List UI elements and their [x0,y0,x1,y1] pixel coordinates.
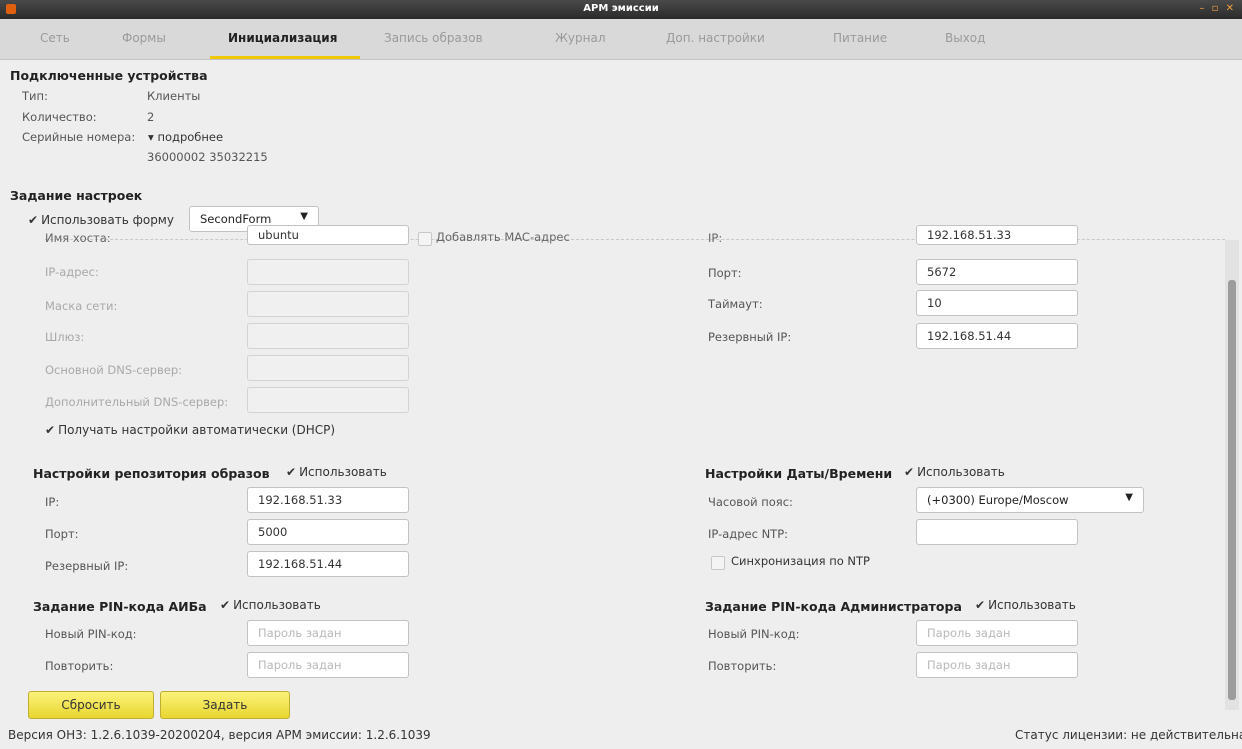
tab-network[interactable]: Сеть [40,31,70,45]
datetime-title: Настройки Даты/Времени [705,466,893,481]
device-type-label: Тип: [22,89,48,103]
tab-extra-settings[interactable]: Доп. настройки [666,31,765,45]
serials-value: 36000002 35032215 [147,150,268,164]
version-status: Версия ОН3: 1.2.6.1039-20200204, версия … [8,728,431,742]
apply-button[interactable]: Задать [160,691,290,719]
pin-aib-repeat-input[interactable] [247,652,409,678]
ntp-sync-label: Синхронизация по NTP [731,554,870,568]
dns2-input[interactable] [247,387,409,413]
ip-address-label: IP-адрес: [45,265,99,279]
hostname-label: Имя хоста: [45,231,111,245]
dns1-label: Основной DNS-сервер: [45,363,183,377]
serials-label: Серийные номера: [22,130,136,144]
pin-admin-title: Задание PIN-кода Администратора [705,599,962,614]
repo-port-label: Порт: [45,527,79,541]
dhcp-label: Получать настройки автоматически (DHCP) [58,423,336,437]
server-timeout-label: Таймаут: [708,297,763,311]
datetime-use-checkbox[interactable]: ✔ Использовать [904,465,1005,479]
pin-admin-repeat-label: Повторить: [708,659,777,673]
ip-address-input[interactable] [247,259,409,285]
device-type-value: Клиенты [147,89,201,103]
pin-admin-new-label: Новый PIN-код: [708,627,800,641]
check-icon: ✔ [220,598,231,612]
dns1-input[interactable] [247,355,409,381]
add-mac-checkbox[interactable] [418,232,432,246]
pin-aib-use-checkbox[interactable]: ✔ Использовать [220,598,321,612]
server-ip-label: IP: [708,231,723,245]
license-status: Статус лицензии: не действительна [1015,728,1242,742]
gateway-label: Шлюз: [45,330,85,344]
ntp-sync-checkbox[interactable] [711,556,725,570]
window-title: АРМ эмиссии [583,3,659,14]
serials-details-label: подробнее [157,130,224,144]
gateway-input[interactable] [247,323,409,349]
server-backup-ip-label: Резервный IP: [708,330,792,344]
repo-use-label: Использовать [299,465,387,479]
tab-initialization[interactable]: Инициализация [228,31,337,45]
repo-ip-label: IP: [45,495,60,509]
hostname-input[interactable]: ubuntu [247,225,409,245]
check-icon: ✔ [904,465,915,479]
pin-aib-repeat-label: Повторить: [45,659,114,673]
pin-admin-new-input[interactable] [916,620,1078,646]
use-form-checkbox[interactable]: ✔ Использовать форму [28,213,174,227]
tab-power[interactable]: Питание [833,31,887,45]
pin-admin-repeat-input[interactable] [916,652,1078,678]
tab-forms[interactable]: Формы [122,31,166,45]
reset-button[interactable]: Сбросить [28,691,154,719]
settings-title: Задание настроек [10,188,143,203]
window-controls[interactable]: – ▫ ✕ [1199,3,1236,14]
tab-journal[interactable]: Журнал [555,31,606,45]
pin-admin-use-checkbox[interactable]: ✔ Использовать [975,598,1076,612]
tab-exit[interactable]: Выход [945,31,985,45]
netmask-label: Маска сети: [45,299,118,313]
devices-title: Подключенные устройства [10,68,208,83]
vertical-scrollbar[interactable] [1225,240,1239,710]
check-icon: ✔ [975,598,986,612]
ntp-ip-input[interactable] [916,519,1078,545]
pin-aib-use-label: Использовать [233,598,321,612]
datetime-use-label: Использовать [917,465,1005,479]
timezone-select[interactable]: (+0300) Europe/Moscow ▼ [916,487,1144,513]
server-timeout-input[interactable]: 10 [916,290,1078,316]
timezone-label: Часовой пояс: [708,495,793,509]
device-count-value: 2 [147,110,155,124]
dns2-label: Дополнительный DNS-сервер: [45,395,229,409]
active-tab-indicator [210,56,360,59]
dropdown-arrow-icon: ▼ [1125,492,1133,503]
server-ip-input[interactable]: 192.168.51.33 [916,225,1078,245]
dropdown-arrow-icon: ▼ [300,211,308,222]
scrollbar-thumb[interactable] [1228,280,1236,700]
netmask-input[interactable] [247,291,409,317]
pin-aib-new-input[interactable] [247,620,409,646]
window-titlebar: АРМ эмиссии – ▫ ✕ [0,0,1242,19]
dhcp-checkbox[interactable]: ✔ Получать настройки автоматически (DHCP) [45,423,335,437]
pin-aib-new-label: Новый PIN-код: [45,627,137,641]
timezone-value: (+0300) Europe/Moscow [927,493,1069,507]
add-mac-label: Добавлять MAC-адрес [436,230,570,244]
server-backup-ip-input[interactable]: 192.168.51.44 [916,323,1078,349]
repo-port-input[interactable]: 5000 [247,519,409,545]
repo-title: Настройки репозитория образов [33,466,270,481]
server-port-input[interactable]: 5672 [916,259,1078,285]
tab-image-write[interactable]: Запись образов [384,31,483,45]
ntp-ip-label: IP-адрес NTP: [708,527,789,541]
repo-backup-ip-input[interactable]: 192.168.51.44 [247,551,409,577]
pin-admin-use-label: Использовать [988,598,1076,612]
server-port-label: Порт: [708,266,742,280]
form-select-value: SecondForm [200,212,272,226]
repo-ip-input[interactable]: 192.168.51.33 [247,487,409,513]
serials-details-toggle[interactable]: ▾ подробнее [148,130,223,144]
check-icon: ✔ [286,465,297,479]
repo-backup-ip-label: Резервный IP: [45,559,129,573]
check-icon: ✔ [28,213,39,227]
repo-use-checkbox[interactable]: ✔ Использовать [286,465,387,479]
tab-bar: Сеть Формы Инициализация Запись образов … [0,19,1242,60]
use-form-label: Использовать форму [41,213,174,227]
device-count-label: Количество: [22,110,97,124]
check-icon: ✔ [45,423,56,437]
pin-aib-title: Задание PIN-кода АИБа [33,599,207,614]
